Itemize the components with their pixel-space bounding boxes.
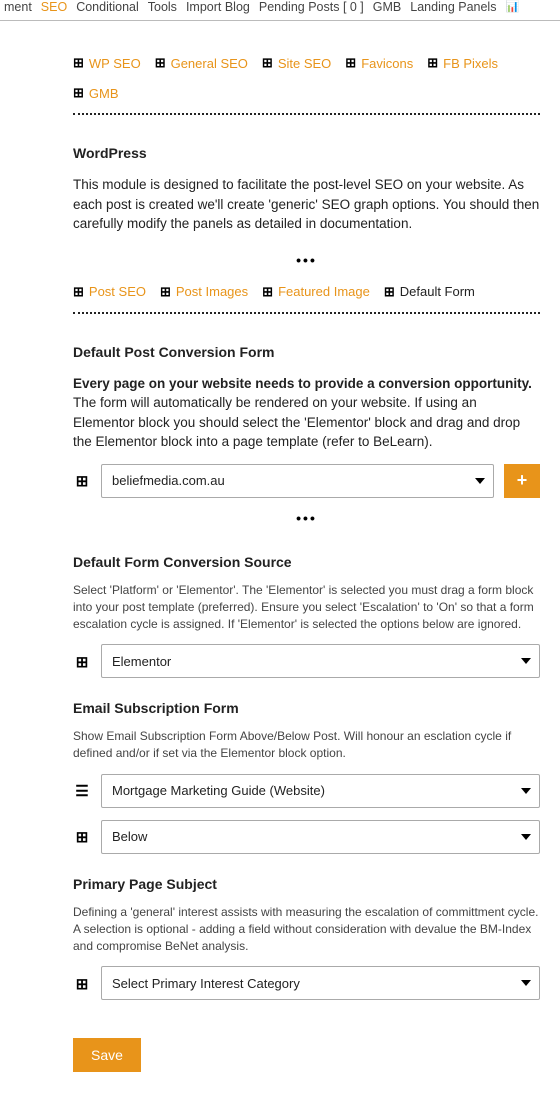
content-area: ⊞WP SEO ⊞General SEO ⊞Site SEO ⊞Favicons… xyxy=(0,21,560,1102)
conversion-form-lead: Every page on your website needs to prov… xyxy=(73,376,532,391)
top-tab-seo[interactable]: SEO xyxy=(41,0,67,14)
subnav-gmb[interactable]: ⊞GMB xyxy=(73,85,119,101)
top-tab-conditional[interactable]: Conditional xyxy=(76,0,139,14)
chart-icon[interactable]: 📊 xyxy=(505,0,519,14)
expand-icon[interactable]: ⊞ xyxy=(73,644,91,678)
subnav-post-seo[interactable]: ⊞Post SEO xyxy=(73,284,146,300)
email-sub-row1: ☰ Mortgage Marketing Guide (Website) xyxy=(73,774,540,808)
wordpress-heading: WordPress xyxy=(73,145,540,161)
subnav-site-seo[interactable]: ⊞Site SEO xyxy=(262,55,331,71)
expand-icon[interactable]: ⊞ xyxy=(73,820,91,854)
top-tab-tools[interactable]: Tools xyxy=(148,0,177,14)
subnav-general-seo[interactable]: ⊞General SEO xyxy=(155,55,248,71)
conversion-source-desc: Select 'Platform' or 'Elementor'. The 'E… xyxy=(73,582,540,632)
conversion-form-desc: Every page on your website needs to prov… xyxy=(73,374,540,452)
top-tab-gmb[interactable]: GMB xyxy=(373,0,401,14)
primary-subject-select[interactable]: Select Primary Interest Category xyxy=(101,966,540,1000)
primary-subject-row: ⊞ Select Primary Interest Category xyxy=(73,966,540,1000)
plus-icon: ⊞ xyxy=(160,284,171,300)
subnav-post-images[interactable]: ⊞Post Images xyxy=(160,284,248,300)
wordpress-desc: This module is designed to facilitate th… xyxy=(73,175,540,234)
plus-icon: ⊞ xyxy=(262,284,273,300)
top-tab-landing-panels[interactable]: Landing Panels xyxy=(410,0,496,14)
plus-icon: ⊞ xyxy=(345,55,356,71)
domain-select[interactable]: beliefmedia.com.au xyxy=(101,464,494,498)
email-sub-desc: Show Email Subscription Form Above/Below… xyxy=(73,728,540,762)
subnav-fb-pixels[interactable]: ⊞FB Pixels xyxy=(427,55,498,71)
email-sub-select[interactable]: Mortgage Marketing Guide (Website) xyxy=(101,774,540,808)
conversion-form-section: Default Post Conversion Form Every page … xyxy=(73,314,540,498)
subnav-favicons[interactable]: ⊞Favicons xyxy=(345,55,413,71)
email-position-select[interactable]: Below xyxy=(101,820,540,854)
domain-row: ⊞ beliefmedia.com.au + xyxy=(73,464,540,498)
seo-subnav: ⊞WP SEO ⊞General SEO ⊞Site SEO ⊞Favicons… xyxy=(73,39,540,115)
conversion-source-select[interactable]: Elementor xyxy=(101,644,540,678)
plus-icon: ⊞ xyxy=(384,284,395,300)
plus-icon: ⊞ xyxy=(262,55,273,71)
top-tab-import-blog[interactable]: Import Blog xyxy=(186,0,250,14)
subnav-featured-image[interactable]: ⊞Featured Image xyxy=(262,284,370,300)
email-sub-heading: Email Subscription Form xyxy=(73,700,540,716)
expand-icon[interactable]: ⊞ xyxy=(73,966,91,1000)
primary-subject-desc: Defining a 'general' interest assists wi… xyxy=(73,904,540,954)
plus-icon: ⊞ xyxy=(155,55,166,71)
wordpress-section: WordPress This module is designed to fac… xyxy=(73,115,540,234)
save-button[interactable]: Save xyxy=(73,1038,141,1072)
conversion-form-heading: Default Post Conversion Form xyxy=(73,344,540,360)
expand-icon[interactable]: ⊞ xyxy=(73,464,91,498)
conversion-source-row: ⊞ Elementor xyxy=(73,644,540,678)
plus-icon: ⊞ xyxy=(73,55,84,71)
conversion-source-heading: Default Form Conversion Source xyxy=(73,554,540,570)
top-tab-pending-posts[interactable]: Pending Posts [ 0 ] xyxy=(259,0,364,14)
primary-subject-heading: Primary Page Subject xyxy=(73,876,540,892)
divider-dots-icon: ••• xyxy=(73,240,540,274)
plus-icon: ⊞ xyxy=(427,55,438,71)
top-tab-ment[interactable]: ment xyxy=(4,0,32,14)
email-sub-row2: ⊞ Below xyxy=(73,820,540,854)
plus-icon: ⊞ xyxy=(73,85,84,101)
subnav-default-form[interactable]: ⊞Default Form xyxy=(384,284,475,300)
divider-dots-icon: ••• xyxy=(73,498,540,532)
conversion-form-rest: The form will automatically be rendered … xyxy=(73,395,520,449)
plus-icon: ⊞ xyxy=(73,284,84,300)
hamburger-icon[interactable]: ☰ xyxy=(73,774,91,808)
top-tabs: ment SEO Conditional Tools Import Blog P… xyxy=(0,0,560,21)
add-button[interactable]: + xyxy=(504,464,540,498)
post-subnav: ⊞Post SEO ⊞Post Images ⊞Featured Image ⊞… xyxy=(73,274,540,314)
subnav-wp-seo[interactable]: ⊞WP SEO xyxy=(73,55,141,71)
